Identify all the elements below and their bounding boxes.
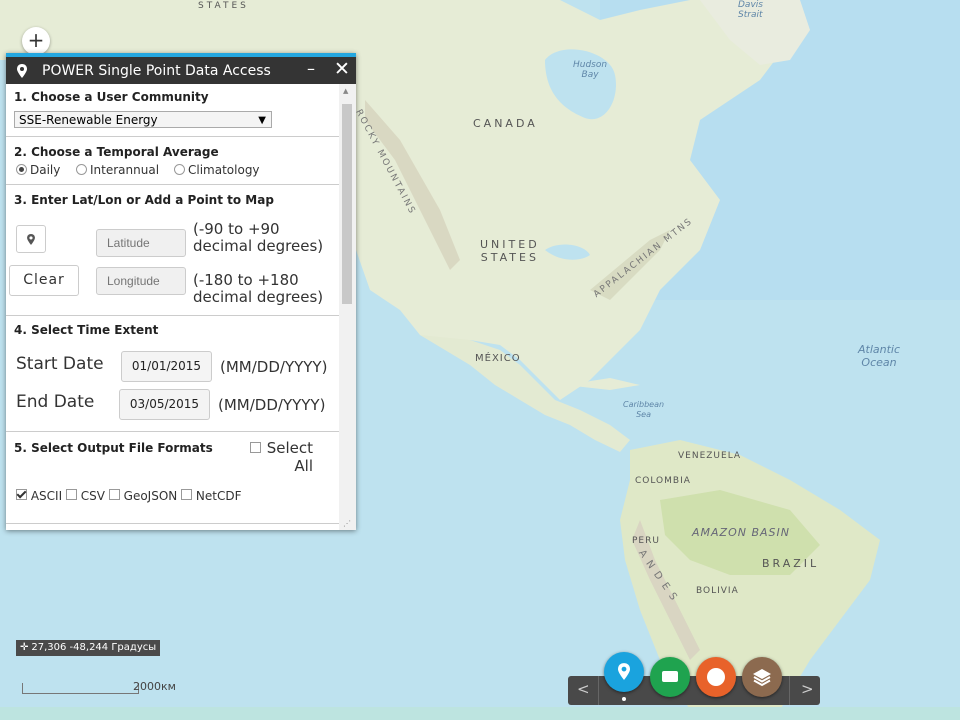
map-pin-icon <box>17 64 27 78</box>
section-4-title: 4. Select Time Extent <box>14 323 159 337</box>
radio-interannual-label: Interannual <box>90 163 160 177</box>
coordinates-text: 27,306 -48,244 Градусы <box>31 642 157 653</box>
states-partial-label: STATES <box>198 1 249 11</box>
circle-tool-button[interactable] <box>696 657 736 697</box>
crosshair-icon: ✛ <box>20 642 29 653</box>
comment-tool-button[interactable] <box>650 657 690 697</box>
start-date-format: (MM/DD/YYYY) <box>220 358 328 376</box>
add-point-tool-button[interactable] <box>604 652 644 692</box>
comment-icon <box>662 671 678 682</box>
format-geojson[interactable]: GeoJSON <box>108 489 178 503</box>
section-2-title: 2. Choose a Temporal Average <box>14 145 219 159</box>
panel-title: POWER Single Point Data Access <box>42 63 271 79</box>
bolivia-label: BOLIVIA <box>696 586 739 596</box>
circle-icon <box>707 668 725 686</box>
user-community-select[interactable]: SSE-Renewable Energy ▼ <box>14 111 272 128</box>
radio-climatology-label: Climatology <box>188 163 260 177</box>
latitude-input[interactable] <box>96 229 186 257</box>
start-date-input[interactable]: 01/01/2015 <box>121 351 212 382</box>
format-csv[interactable]: CSV <box>65 489 105 503</box>
venezuela-label: VENEZUELA <box>678 451 742 461</box>
end-date-label: End Date <box>16 392 95 412</box>
divider <box>6 136 339 137</box>
divider <box>6 315 339 316</box>
format-options: ASCII CSV GeoJSON NetCDF <box>16 489 242 503</box>
radio-selected-icon <box>16 164 27 175</box>
minimize-button[interactable]: – <box>307 59 315 78</box>
layers-icon <box>753 669 771 687</box>
atlantic-label: Atlantic Ocean <box>858 343 901 369</box>
zoom-in-button[interactable]: + <box>22 27 50 55</box>
brazil-label: BRAZIL <box>762 557 820 570</box>
amazon-label: AMAZON BASIN <box>692 526 790 539</box>
divider <box>6 523 339 524</box>
radio-climatology[interactable]: Climatology <box>174 163 260 177</box>
radio-daily[interactable]: Daily <box>16 163 60 177</box>
divider <box>6 184 339 185</box>
peru-label: PERU <box>632 536 660 546</box>
strait-label: Davis Strait <box>738 0 763 20</box>
add-point-button[interactable] <box>16 225 46 253</box>
scale-label: 2000км <box>133 680 176 693</box>
panel-header[interactable]: POWER Single Point Data Access – ✕ <box>6 53 356 84</box>
scale-bar <box>22 683 139 694</box>
radio-icon <box>76 164 87 175</box>
power-data-access-panel: POWER Single Point Data Access – ✕ 1. Ch… <box>6 53 356 530</box>
hudson-bay-label: Hudson Bay <box>573 60 608 80</box>
end-date-format: (MM/DD/YYYY) <box>218 396 326 414</box>
radio-daily-label: Daily <box>30 163 61 177</box>
start-date-label: Start Date <box>16 354 104 374</box>
divider <box>598 676 599 705</box>
format-ascii[interactable]: ASCII <box>16 489 62 503</box>
map-pin-icon <box>618 663 630 680</box>
format-netcdf[interactable]: NetCDF <box>181 489 242 503</box>
close-button[interactable]: ✕ <box>334 58 350 80</box>
scroll-up-icon[interactable]: ▲ <box>343 87 348 95</box>
canada-label: CANADA <box>473 117 538 130</box>
layers-tool-button[interactable] <box>742 657 782 697</box>
checkbox-icon <box>181 489 193 500</box>
mexico-label: MÉXICO <box>475 353 521 364</box>
toolbar-prev-button[interactable]: < <box>577 680 590 698</box>
radio-icon <box>174 164 185 175</box>
united-states-label: UNITED STATES <box>480 238 540 264</box>
user-community-value: SSE-Renewable Energy <box>19 113 158 127</box>
checkbox-icon <box>65 489 77 500</box>
clear-button[interactable]: Clear <box>9 265 79 296</box>
checkbox-icon <box>108 489 120 500</box>
format-geojson-label: GeoJSON <box>123 489 178 503</box>
dropdown-arrow-icon: ▼ <box>258 115 266 126</box>
panel-body: 1. Choose a User Community SSE-Renewable… <box>6 84 339 530</box>
longitude-hint: (-180 to +180 decimal degrees) <box>193 271 324 306</box>
coordinates-readout: ✛ 27,306 -48,244 Градусы <box>16 640 161 656</box>
scroll-thumb[interactable] <box>342 104 352 304</box>
caribbean-label: Caribbean Sea <box>623 400 665 419</box>
format-netcdf-label: NetCDF <box>195 489 242 503</box>
map-pin-icon <box>27 234 35 245</box>
format-ascii-label: ASCII <box>30 489 63 503</box>
divider <box>789 676 790 705</box>
checkbox-checked-icon <box>16 489 27 500</box>
bottom-strip <box>0 707 960 720</box>
section-3-title: 3. Enter Lat/Lon or Add a Point to Map <box>14 193 274 207</box>
resize-grip-icon[interactable]: ⋰ <box>343 519 351 528</box>
panel-scrollbar[interactable]: ▲ ⋰ <box>339 84 356 530</box>
section-1-title: 1. Choose a User Community <box>14 90 209 104</box>
format-csv-label: CSV <box>80 489 105 503</box>
toolbar-next-button[interactable]: > <box>801 680 814 698</box>
latitude-hint: (-90 to +90 decimal degrees) <box>193 220 324 255</box>
end-date-input[interactable]: 03/05/2015 <box>119 389 210 420</box>
radio-interannual[interactable]: Interannual <box>76 163 159 177</box>
colombia-label: COLOMBIA <box>635 476 691 486</box>
longitude-input[interactable] <box>96 267 186 295</box>
select-all-label: Select All <box>266 439 313 475</box>
divider <box>6 431 339 432</box>
active-indicator <box>622 697 626 701</box>
